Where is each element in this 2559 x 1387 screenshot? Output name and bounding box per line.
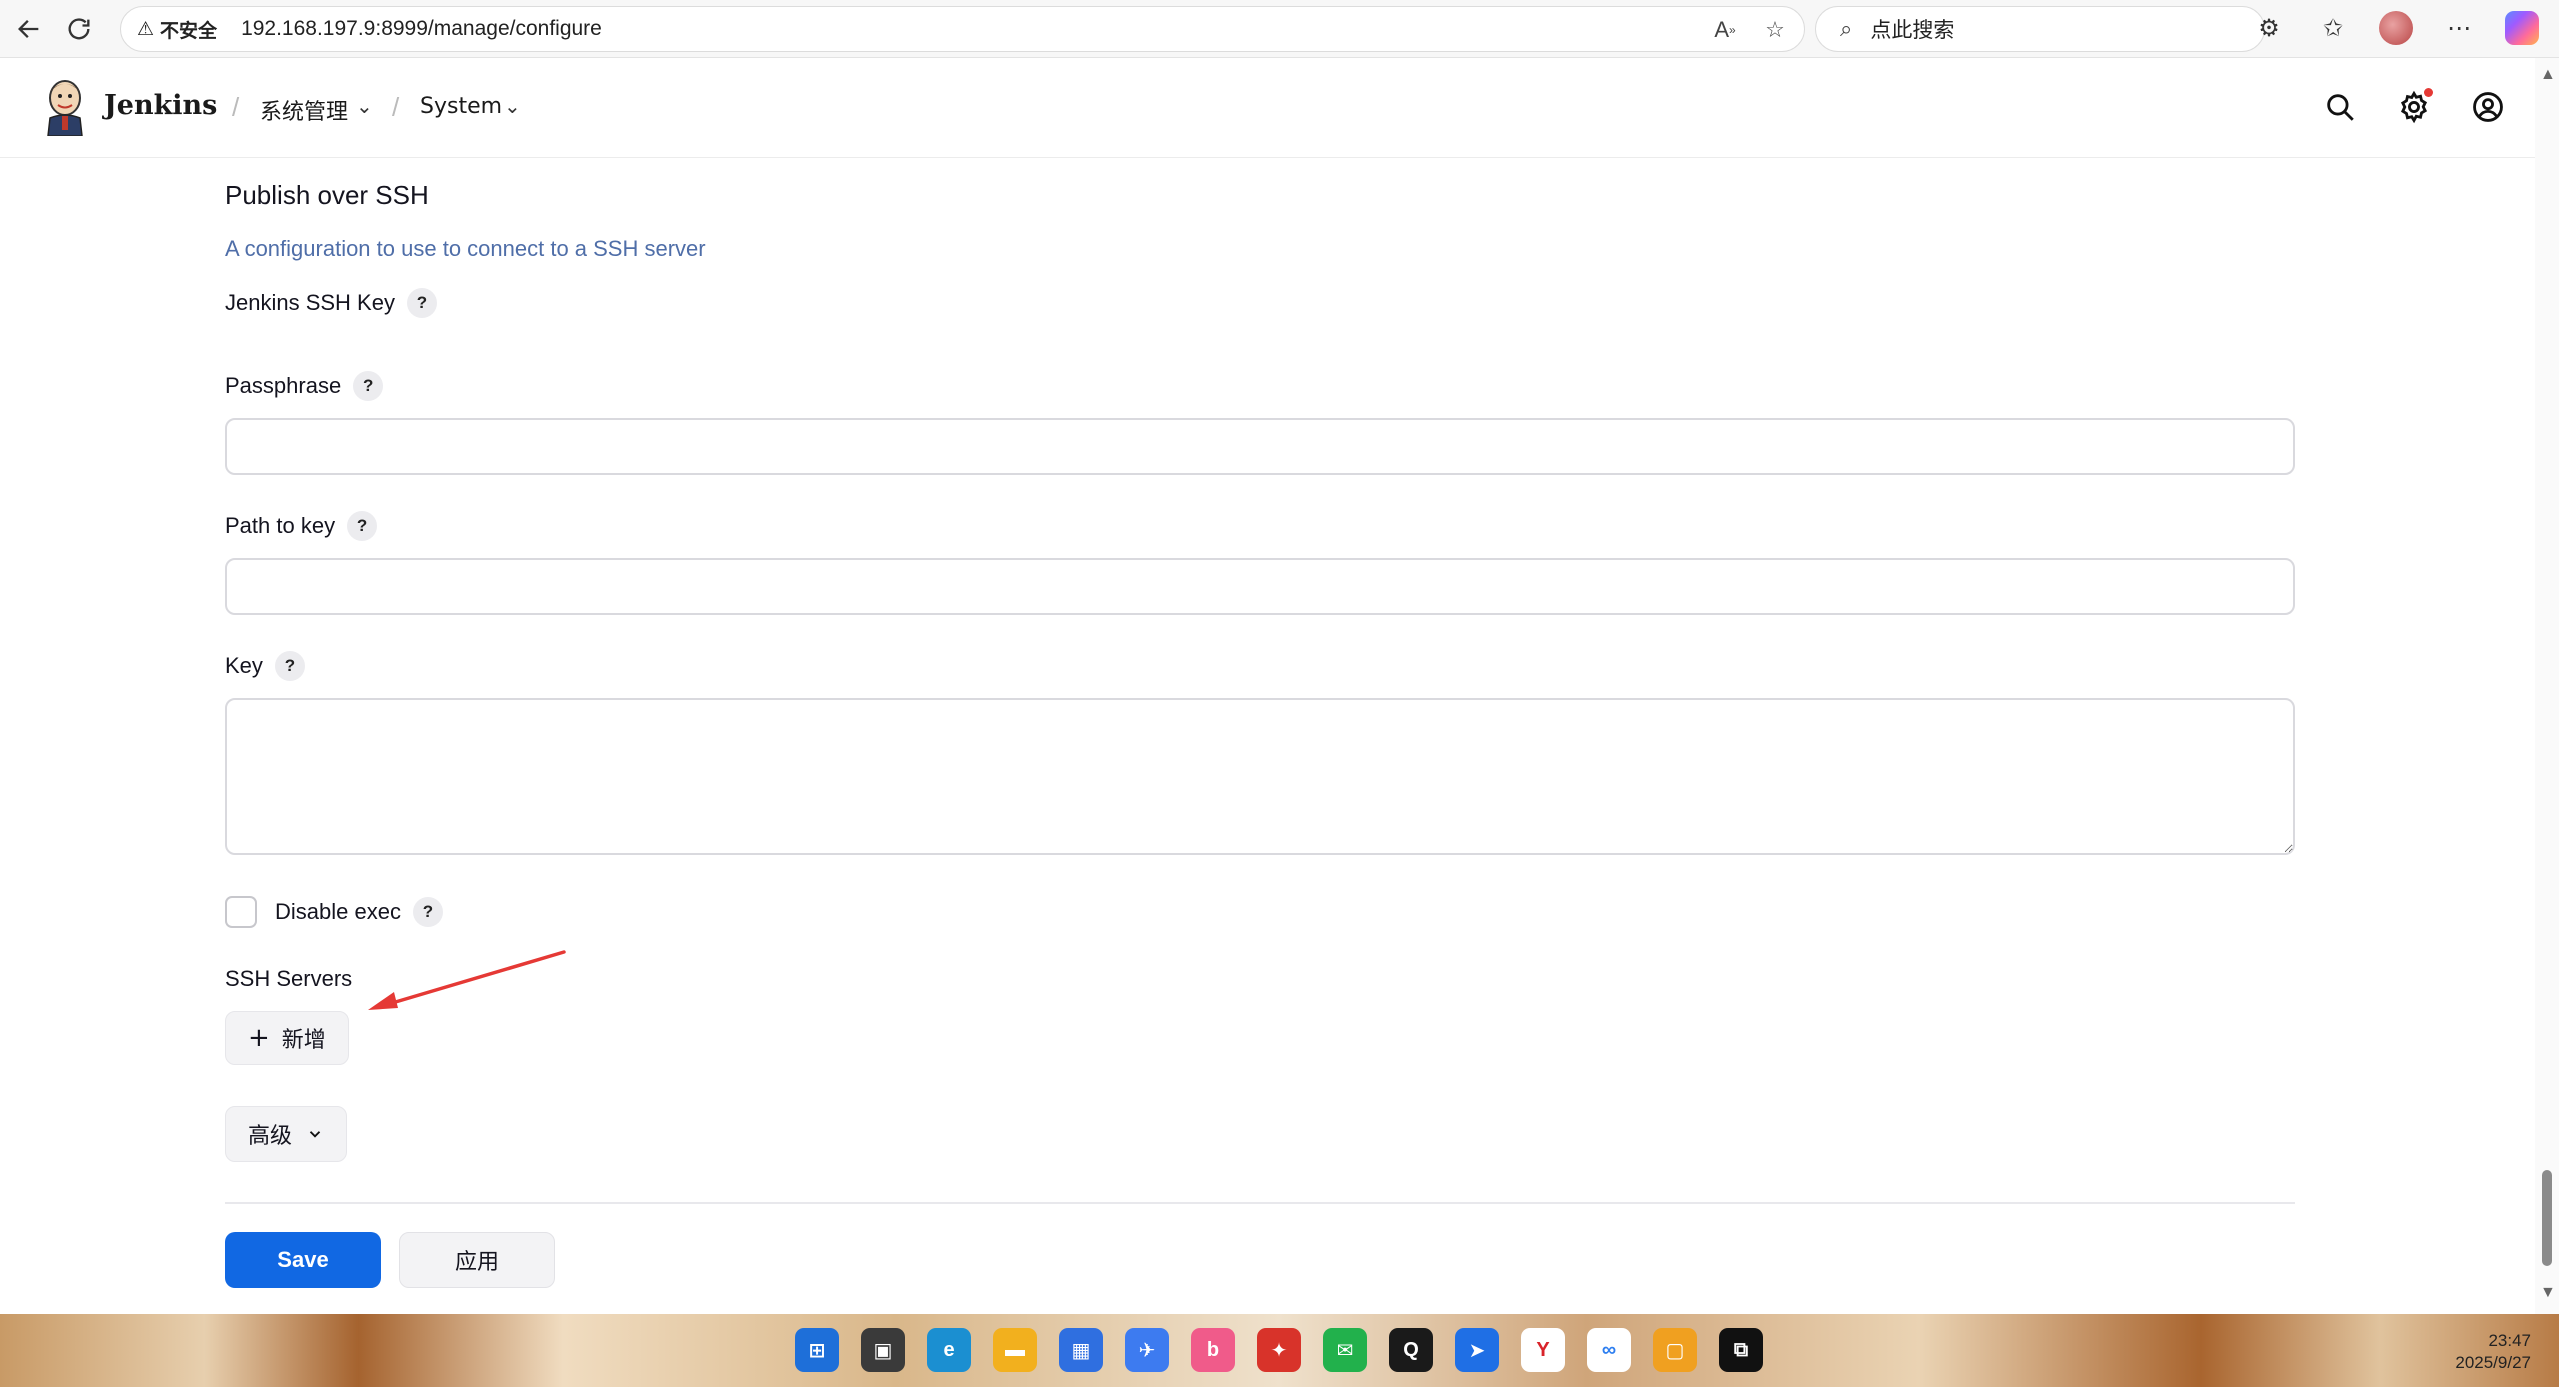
help-icon[interactable]: ? bbox=[412, 897, 443, 927]
annotation-arrow-icon bbox=[368, 950, 566, 1010]
windows-start-icon[interactable]: ⊞ bbox=[795, 1328, 839, 1372]
edge-browser-icon[interactable]: e bbox=[927, 1328, 971, 1372]
system-clock[interactable]: 23:47 2025/9/27 bbox=[2455, 1330, 2531, 1374]
plus-icon: + bbox=[248, 1023, 270, 1053]
help-icon[interactable]: ? bbox=[353, 371, 384, 401]
apply-button[interactable]: 应用 bbox=[399, 1232, 555, 1288]
form-divider bbox=[225, 1202, 2295, 1204]
app-red-icon[interactable]: ✦ bbox=[1257, 1328, 1301, 1372]
security-indicator[interactable]: ⚠ 不安全 bbox=[137, 16, 217, 43]
bilibili-icon[interactable]: b bbox=[1191, 1328, 1235, 1372]
page-scrollbar[interactable]: ▲ ▼ bbox=[2535, 58, 2559, 1314]
favorites-icon[interactable]: ✩ bbox=[2315, 10, 2351, 46]
save-button[interactable]: Save bbox=[225, 1232, 381, 1288]
jenkins-brand[interactable]: Jenkins bbox=[104, 90, 217, 121]
wechat-icon[interactable]: ✉ bbox=[1323, 1328, 1367, 1372]
user-account-icon[interactable] bbox=[2471, 90, 2505, 124]
read-aloud-icon[interactable]: A» bbox=[1710, 15, 1740, 45]
url-text[interactable]: 192.168.197.9:8999/manage/configure bbox=[241, 17, 602, 41]
profile-avatar[interactable] bbox=[2379, 11, 2413, 45]
scrollbar-thumb[interactable] bbox=[2542, 1170, 2552, 1266]
chevron-down-icon[interactable]: ⌄ bbox=[356, 94, 373, 119]
baidu-netdisk-icon[interactable]: ∞ bbox=[1587, 1328, 1631, 1372]
notification-dot bbox=[2424, 88, 2433, 97]
chevron-down-icon[interactable]: ⌄ bbox=[504, 94, 521, 119]
clock-time: 23:47 bbox=[2488, 1331, 2531, 1350]
virtualbox-icon[interactable]: ▢ bbox=[1653, 1328, 1697, 1372]
back-icon[interactable] bbox=[8, 8, 50, 50]
task-view-icon[interactable]: ▣ bbox=[861, 1328, 905, 1372]
copilot-icon[interactable] bbox=[2505, 11, 2539, 45]
path-to-key-label: Path to key ? bbox=[225, 511, 378, 541]
passphrase-label: Passphrase ? bbox=[225, 371, 384, 401]
warning-icon: ⚠ bbox=[137, 18, 155, 40]
os-taskbar: ⊞ ▣ e ▬ ▦ ✈ b ✦ ✉ Q ➤ Y ∞ ▢ ⧉ 23:47 2025… bbox=[0, 1314, 2559, 1387]
insecure-label: 不安全 bbox=[160, 19, 218, 42]
advanced-button-label: 高级 bbox=[248, 1124, 293, 1149]
address-bar[interactable]: ⚠ 不安全 192.168.197.9:8999/manage/configur… bbox=[120, 6, 1805, 52]
path-to-key-text: Path to key bbox=[225, 513, 336, 538]
favorite-star-icon[interactable]: ☆ bbox=[1760, 15, 1790, 45]
help-icon[interactable]: ? bbox=[406, 288, 437, 318]
path-to-key-input[interactable] bbox=[225, 558, 2295, 615]
youdao-icon[interactable]: Y bbox=[1521, 1328, 1565, 1372]
search-icon: ⌕ bbox=[1840, 16, 1853, 42]
gear-icon[interactable] bbox=[2397, 88, 2433, 124]
scroll-down-icon[interactable]: ▼ bbox=[2540, 1284, 2556, 1302]
clock-date: 2025/9/27 bbox=[2455, 1353, 2531, 1372]
jenkins-logo-icon[interactable] bbox=[40, 78, 90, 136]
add-ssh-server-button[interactable]: + 新增 bbox=[225, 1011, 349, 1065]
reload-icon[interactable] bbox=[58, 8, 100, 50]
scroll-up-icon[interactable]: ▲ bbox=[2540, 66, 2556, 84]
qq-icon[interactable]: Q bbox=[1389, 1328, 1433, 1372]
disable-exec-text[interactable]: Disable exec bbox=[275, 899, 401, 925]
advanced-button[interactable]: 高级 bbox=[225, 1106, 348, 1162]
ssh-servers-label: SSH Servers bbox=[225, 966, 352, 992]
extensions-icon[interactable]: ⚙ bbox=[2251, 10, 2287, 46]
key-text: Key bbox=[225, 653, 263, 678]
breadcrumb-manage[interactable]: 系统管理 bbox=[260, 94, 348, 126]
store-icon[interactable]: ▦ bbox=[1059, 1328, 1103, 1372]
file-explorer-icon[interactable]: ▬ bbox=[993, 1328, 1037, 1372]
section-title: Publish over SSH bbox=[225, 180, 429, 210]
feishu-icon[interactable]: ✈ bbox=[1125, 1328, 1169, 1372]
add-button-label: 新增 bbox=[281, 1028, 326, 1053]
dingtalk-icon[interactable]: ➤ bbox=[1455, 1328, 1499, 1372]
key-label: Key ? bbox=[225, 651, 305, 681]
help-icon[interactable]: ? bbox=[274, 651, 305, 681]
passphrase-text: Passphrase bbox=[225, 373, 342, 398]
breadcrumb-system[interactable]: System bbox=[420, 94, 502, 119]
chevron-down-icon bbox=[309, 1131, 321, 1138]
jenkins-header: Jenkins / 系统管理 ⌄ / System ⌄ bbox=[0, 58, 2535, 158]
section-description: A configuration to use to connect to a S… bbox=[225, 236, 706, 261]
more-menu-icon[interactable]: ⋯ bbox=[2441, 10, 2477, 46]
browser-search-box[interactable]: ⌕ 点此搜索 bbox=[1815, 6, 2265, 52]
breadcrumb-separator: / bbox=[232, 92, 240, 122]
search-icon[interactable] bbox=[2323, 90, 2357, 124]
disable-exec-label: Disable exec ? bbox=[275, 897, 443, 927]
help-icon[interactable]: ? bbox=[347, 511, 378, 541]
breadcrumb-separator: / bbox=[392, 92, 400, 122]
ssh-servers-text: SSH Servers bbox=[225, 966, 353, 991]
search-placeholder: 点此搜索 bbox=[1870, 18, 1955, 42]
disable-exec-checkbox[interactable] bbox=[225, 896, 257, 928]
browser-toolbar: ⚠ 不安全 192.168.197.9:8999/manage/configur… bbox=[0, 0, 2559, 58]
passphrase-input[interactable] bbox=[225, 418, 2295, 475]
jenkins-ssh-key-label: Jenkins SSH Key ? bbox=[225, 288, 437, 318]
capcut-icon[interactable]: ⧉ bbox=[1719, 1328, 1763, 1372]
key-textarea[interactable] bbox=[225, 698, 2295, 855]
jenkins-ssh-key-text: Jenkins SSH Key bbox=[225, 290, 395, 315]
